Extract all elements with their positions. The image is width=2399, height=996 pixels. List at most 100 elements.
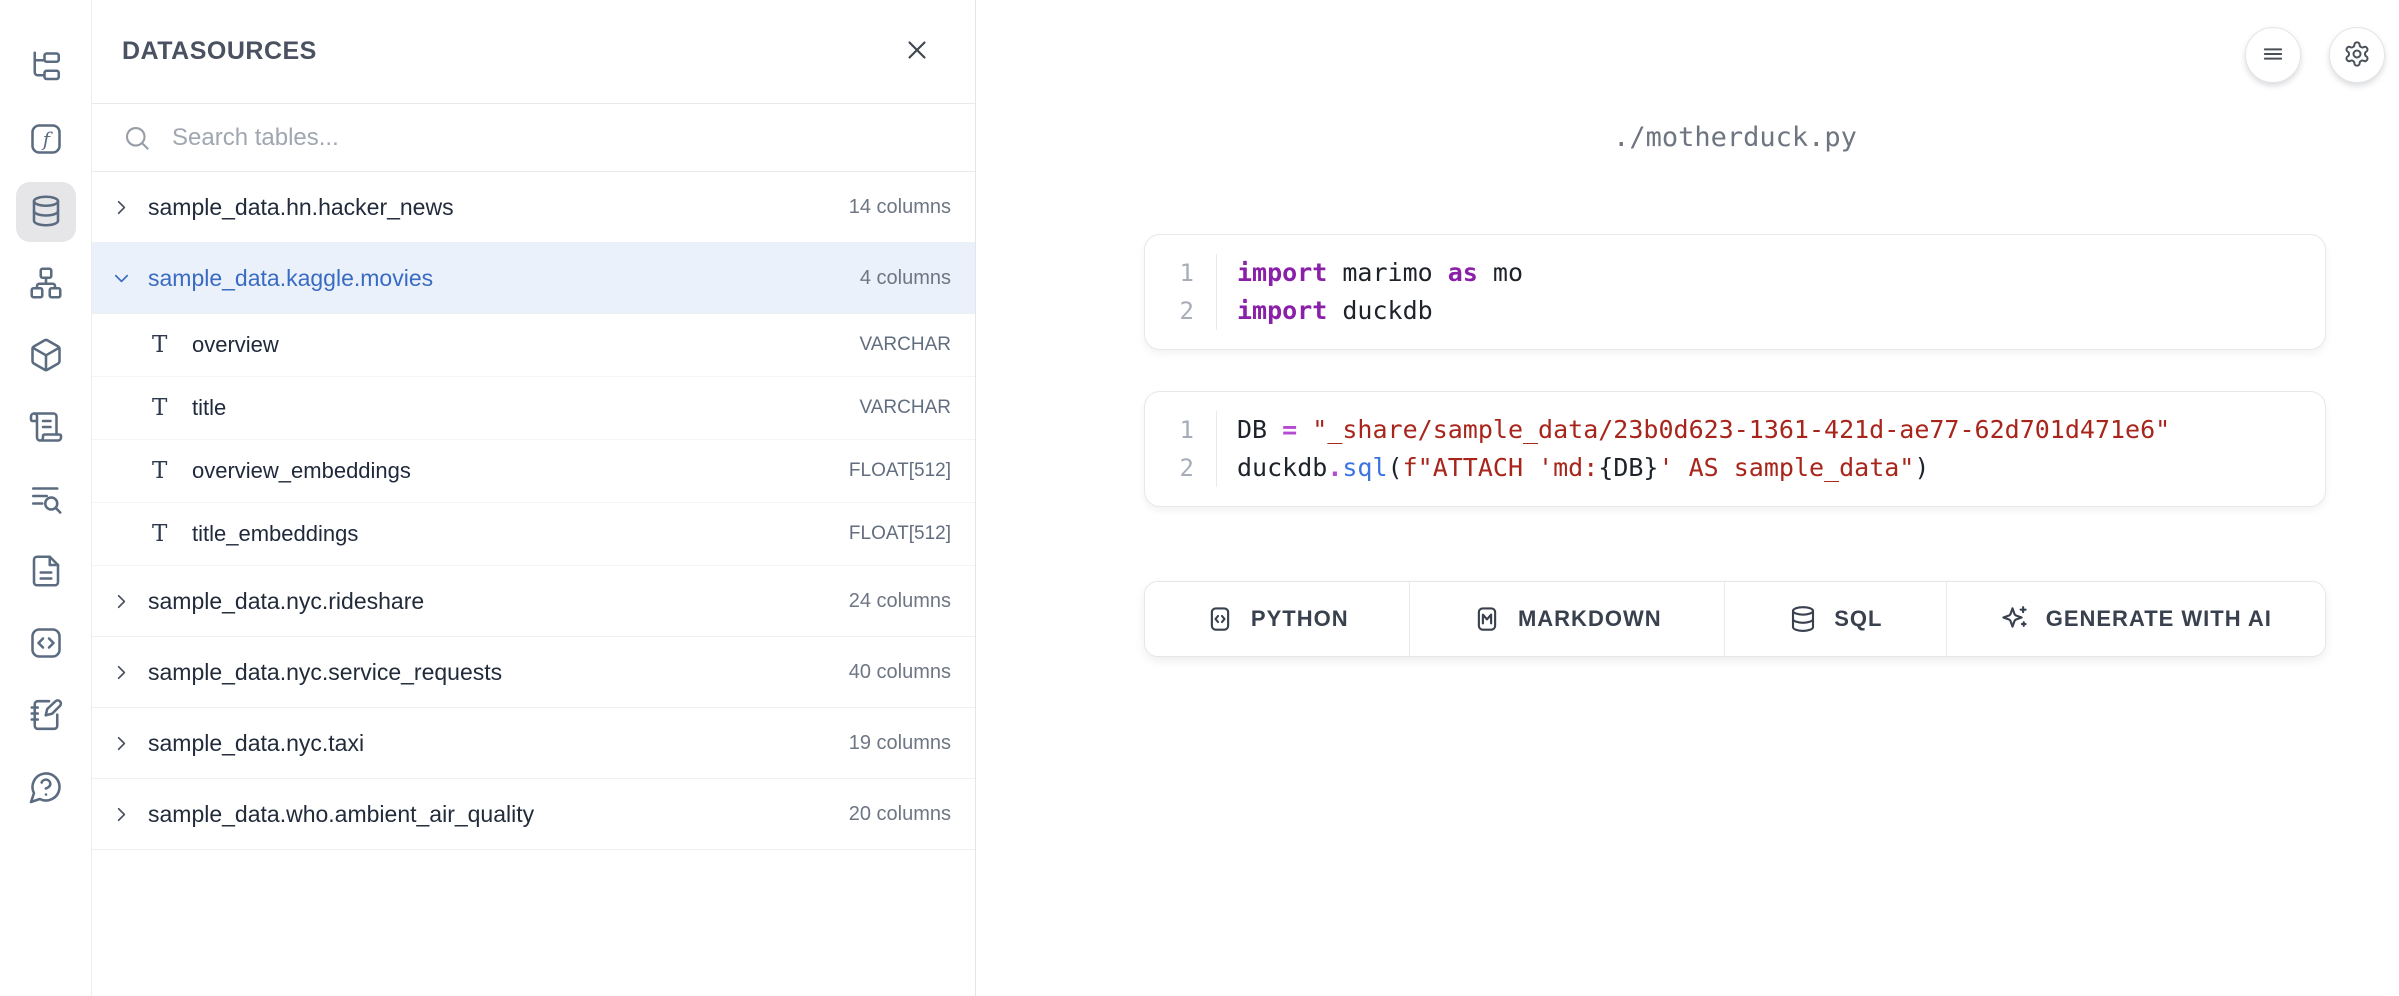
app-root: f DATASOURCES sample_data.hn.hacker_news… bbox=[0, 0, 2399, 996]
notebook-main: ./motherduck.py 12import marimo as moimp… bbox=[977, 0, 2399, 996]
line-numbers: 12 bbox=[1145, 254, 1217, 330]
page-title: DATASOURCES bbox=[122, 37, 317, 66]
cell-code[interactable]: DB = "_share/sample_data/23b0d623-1361-4… bbox=[1217, 411, 2170, 487]
add-markdown-button[interactable]: MARKDOWN bbox=[1409, 582, 1724, 656]
help-bubble-icon bbox=[28, 769, 64, 808]
add-python-button[interactable]: PYTHON bbox=[1145, 582, 1409, 656]
column-type: FLOAT[512] bbox=[849, 460, 951, 482]
table-columns-count: 19 columns bbox=[849, 732, 951, 755]
sidebar-item-file-explorer[interactable] bbox=[10, 32, 82, 104]
package-box-icon bbox=[28, 337, 64, 376]
top-right-toolbar bbox=[2245, 27, 2385, 83]
column-row[interactable]: Ttitle_embeddingsFLOAT[512] bbox=[92, 503, 975, 566]
function-square-icon: f bbox=[28, 121, 64, 160]
chevron-right-icon bbox=[110, 732, 148, 755]
menu-button[interactable] bbox=[2245, 27, 2301, 83]
table-row[interactable]: sample_data.nyc.service_requests40 colum… bbox=[92, 637, 975, 708]
search-input[interactable] bbox=[172, 124, 945, 152]
column-name: overview_embeddings bbox=[192, 458, 849, 484]
table-row[interactable]: sample_data.nyc.rideshare24 columns bbox=[92, 566, 975, 637]
add-button-label: SQL bbox=[1834, 606, 1882, 632]
panel-header: DATASOURCES bbox=[92, 0, 975, 104]
notebook-content: ./motherduck.py 12import marimo as moimp… bbox=[1144, 122, 2326, 657]
svg-text:f: f bbox=[40, 127, 53, 150]
sidebar-item-snippets[interactable] bbox=[10, 608, 82, 680]
hamburger-menu-icon bbox=[2259, 40, 2287, 71]
chevron-right-icon bbox=[110, 196, 148, 219]
column-type: FLOAT[512] bbox=[849, 523, 951, 545]
table-row[interactable]: sample_data.kaggle.movies4 columns bbox=[92, 243, 975, 314]
log-search-icon bbox=[28, 481, 64, 520]
table-name: sample_data.nyc.service_requests bbox=[148, 659, 849, 686]
cell-code[interactable]: import marimo as moimport duckdb bbox=[1217, 254, 1523, 330]
add-cell-bar: PYTHON MARKDOWN SQL GENERATE WITH AI bbox=[1144, 581, 2326, 657]
text-type-icon: T bbox=[152, 332, 192, 358]
sidebar-item-logs[interactable] bbox=[10, 392, 82, 464]
column-row[interactable]: ToverviewVARCHAR bbox=[92, 314, 975, 377]
code-square-icon bbox=[28, 625, 64, 664]
search-bar bbox=[92, 104, 975, 172]
database-icon bbox=[1788, 604, 1818, 634]
text-type-icon: T bbox=[152, 458, 192, 484]
sidebar-item-log-search[interactable] bbox=[10, 464, 82, 536]
text-type-icon: T bbox=[152, 521, 192, 547]
chevron-right-icon bbox=[110, 590, 148, 613]
gear-icon bbox=[2343, 40, 2371, 71]
add-sql-button[interactable]: SQL bbox=[1724, 582, 1946, 656]
add-button-label: PYTHON bbox=[1251, 606, 1349, 632]
text-type-icon: T bbox=[152, 395, 192, 421]
chevron-down-icon bbox=[110, 267, 148, 290]
sidebar-item-packages[interactable] bbox=[10, 320, 82, 392]
code-cell[interactable]: 12import marimo as moimport duckdb bbox=[1144, 234, 2326, 350]
close-panel-button[interactable] bbox=[895, 30, 939, 74]
add-button-label: GENERATE WITH AI bbox=[2046, 606, 2272, 632]
chevron-right-icon bbox=[110, 803, 148, 826]
datasources-panel: DATASOURCES sample_data.hn.hacker_news14… bbox=[92, 0, 976, 996]
table-name: sample_data.nyc.rideshare bbox=[148, 588, 849, 615]
sidebar-item-documentation[interactable] bbox=[10, 536, 82, 608]
sidebar-item-dependencies[interactable] bbox=[10, 248, 82, 320]
settings-button[interactable] bbox=[2329, 27, 2385, 83]
notebook-pen-icon bbox=[28, 697, 64, 736]
folder-tree-icon bbox=[28, 49, 64, 88]
table-columns-count: 14 columns bbox=[849, 196, 951, 219]
column-name: overview bbox=[192, 332, 860, 358]
table-row[interactable]: sample_data.who.ambient_air_quality20 co… bbox=[92, 779, 975, 850]
column-type: VARCHAR bbox=[860, 397, 952, 419]
table-name: sample_data.nyc.taxi bbox=[148, 730, 849, 757]
notebook-filename: ./motherduck.py bbox=[1144, 122, 2326, 154]
column-type: VARCHAR bbox=[860, 334, 952, 356]
scroll-icon bbox=[28, 409, 64, 448]
dependency-graph-icon bbox=[28, 265, 64, 304]
close-icon bbox=[902, 35, 932, 68]
column-row[interactable]: Toverview_embeddingsFLOAT[512] bbox=[92, 440, 975, 503]
sidebar-item-functions[interactable]: f bbox=[10, 104, 82, 176]
database-icon bbox=[28, 193, 64, 232]
line-numbers: 12 bbox=[1145, 411, 1217, 487]
search-icon bbox=[122, 123, 152, 153]
table-name: sample_data.hn.hacker_news bbox=[148, 194, 849, 221]
table-columns-count: 4 columns bbox=[860, 267, 951, 290]
column-row[interactable]: TtitleVARCHAR bbox=[92, 377, 975, 440]
column-name: title bbox=[192, 395, 860, 421]
sidebar-item-datasources[interactable] bbox=[16, 182, 76, 242]
table-columns-count: 40 columns bbox=[849, 661, 951, 684]
table-name: sample_data.kaggle.movies bbox=[148, 265, 860, 292]
code-square-portrait-icon bbox=[1205, 604, 1235, 634]
chevron-right-icon bbox=[110, 661, 148, 684]
icon-sidebar: f bbox=[0, 0, 92, 996]
document-icon bbox=[28, 553, 64, 592]
table-name: sample_data.who.ambient_air_quality bbox=[148, 801, 849, 828]
column-name: title_embeddings bbox=[192, 521, 849, 547]
markdown-icon bbox=[1472, 604, 1502, 634]
table-row[interactable]: sample_data.nyc.taxi19 columns bbox=[92, 708, 975, 779]
sidebar-item-scratchpad[interactable] bbox=[10, 680, 82, 752]
table-row[interactable]: sample_data.hn.hacker_news14 columns bbox=[92, 172, 975, 243]
sparkles-icon bbox=[2000, 604, 2030, 634]
add-generate-with-ai-button[interactable]: GENERATE WITH AI bbox=[1946, 582, 2325, 656]
tables-list: sample_data.hn.hacker_news14 columnssamp… bbox=[92, 172, 975, 850]
code-cell[interactable]: 12DB = "_share/sample_data/23b0d623-1361… bbox=[1144, 391, 2326, 507]
table-columns-count: 24 columns bbox=[849, 590, 951, 613]
sidebar-item-help[interactable] bbox=[10, 752, 82, 824]
table-columns-count: 20 columns bbox=[849, 803, 951, 826]
